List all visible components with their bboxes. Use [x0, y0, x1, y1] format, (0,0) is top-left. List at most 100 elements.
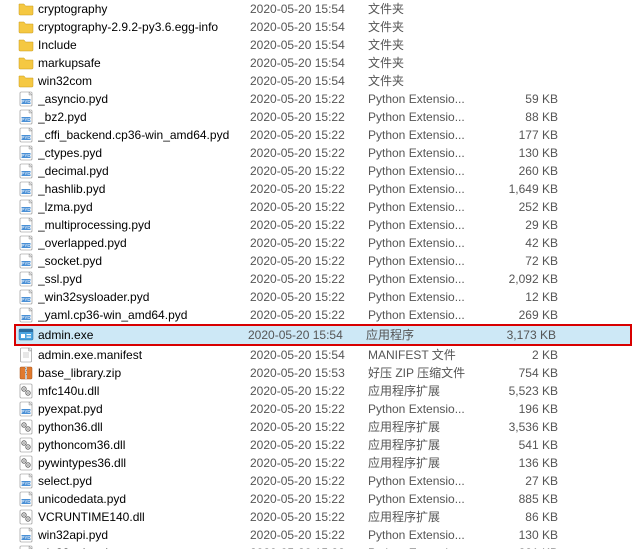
svg-text:PYD: PYD: [21, 189, 31, 194]
file-row[interactable]: PYD_cffi_backend.cp36-win_amd64.pyd2020-…: [18, 126, 636, 144]
file-size: 86 KB: [478, 508, 562, 526]
file-size: 3,536 KB: [478, 418, 562, 436]
pyd-icon: PYD: [18, 91, 34, 107]
pyd-icon: PYD: [18, 235, 34, 251]
file-row[interactable]: VCRUNTIME140.dll2020-05-20 15:22应用程序扩展86…: [18, 508, 636, 526]
file-date: 2020-05-20 15:22: [250, 306, 368, 324]
file-name: _socket.pyd: [38, 252, 250, 270]
file-date: 2020-05-20 15:22: [250, 454, 368, 472]
pyd-icon: PYD: [18, 491, 34, 507]
file-row[interactable]: PYD_yaml.cp36-win_amd64.pyd2020-05-20 15…: [18, 306, 636, 324]
file-name: _ssl.pyd: [38, 270, 250, 288]
file-size: 177 KB: [478, 126, 562, 144]
file-date: 2020-05-20 15:22: [250, 216, 368, 234]
file-row[interactable]: mfc140u.dll2020-05-20 15:22应用程序扩展5,523 K…: [18, 382, 636, 400]
file-size: 130 KB: [478, 144, 562, 162]
file-row[interactable]: PYD_lzma.pyd2020-05-20 15:22Python Exten…: [18, 198, 636, 216]
file-row[interactable]: admin.exe2020-05-20 15:54应用程序3,173 KB: [14, 324, 632, 346]
file-name: pywintypes36.dll: [38, 454, 250, 472]
file-name: python36.dll: [38, 418, 250, 436]
file-size: 27 KB: [478, 472, 562, 490]
file-date: 2020-05-20 15:22: [250, 382, 368, 400]
file-list[interactable]: cryptography2020-05-20 15:54文件夹cryptogra…: [0, 0, 636, 549]
file-size: 42 KB: [478, 234, 562, 252]
file-row[interactable]: PYD_ssl.pyd2020-05-20 15:22Python Extens…: [18, 270, 636, 288]
file-size: 269 KB: [478, 306, 562, 324]
file-row[interactable]: PYD_multiprocessing.pyd2020-05-20 15:22P…: [18, 216, 636, 234]
file-row[interactable]: PYD_ctypes.pyd2020-05-20 15:22Python Ext…: [18, 144, 636, 162]
file-row[interactable]: PYD_overlapped.pyd2020-05-20 15:22Python…: [18, 234, 636, 252]
file-size: 12 KB: [478, 288, 562, 306]
file-type: 文件夹: [368, 18, 478, 36]
svg-text:PYD: PYD: [21, 135, 31, 140]
file-date: 2020-05-20 15:53: [250, 364, 368, 382]
file-date: 2020-05-20 15:22: [250, 180, 368, 198]
file-name: _multiprocessing.pyd: [38, 216, 250, 234]
file-name: _asyncio.pyd: [38, 90, 250, 108]
file-row[interactable]: Include2020-05-20 15:54文件夹: [18, 36, 636, 54]
file-size: 136 KB: [478, 454, 562, 472]
file-row[interactable]: PYD_hashlib.pyd2020-05-20 15:22Python Ex…: [18, 180, 636, 198]
svg-text:PYD: PYD: [21, 99, 31, 104]
file-row[interactable]: markupsafe2020-05-20 15:54文件夹: [18, 54, 636, 72]
file-date: 2020-05-20 15:54: [250, 72, 368, 90]
file-row[interactable]: PYDwin32gui.pyd2020-05-20 15:22Python Ex…: [18, 544, 636, 549]
file-row[interactable]: cryptography2020-05-20 15:54文件夹: [18, 0, 636, 18]
file-size: 2 KB: [478, 346, 562, 364]
svg-text:PYD: PYD: [21, 409, 31, 414]
file-row[interactable]: PYDselect.pyd2020-05-20 15:22Python Exte…: [18, 472, 636, 490]
file-row[interactable]: PYD_win32sysloader.pyd2020-05-20 15:22Py…: [18, 288, 636, 306]
file-row[interactable]: win32com2020-05-20 15:54文件夹: [18, 72, 636, 90]
file-date: 2020-05-20 15:22: [250, 526, 368, 544]
folder-icon: [18, 37, 34, 53]
file-row[interactable]: PYD_decimal.pyd2020-05-20 15:22Python Ex…: [18, 162, 636, 180]
file-row[interactable]: PYD_asyncio.pyd2020-05-20 15:22Python Ex…: [18, 90, 636, 108]
file-type: 应用程序扩展: [368, 454, 478, 472]
file-row[interactable]: pywintypes36.dll2020-05-20 15:22应用程序扩展13…: [18, 454, 636, 472]
file-type: MANIFEST 文件: [368, 346, 478, 364]
file-date: 2020-05-20 15:54: [250, 18, 368, 36]
file-size: 5,523 KB: [478, 382, 562, 400]
file-size: 252 KB: [478, 198, 562, 216]
svg-text:PYD: PYD: [21, 117, 31, 122]
dll-icon: [18, 419, 34, 435]
svg-text:PYD: PYD: [21, 261, 31, 266]
file-row[interactable]: PYD_bz2.pyd2020-05-20 15:22Python Extens…: [18, 108, 636, 126]
pyd-icon: PYD: [18, 473, 34, 489]
folder-icon: [18, 73, 34, 89]
file-date: 2020-05-20 15:22: [250, 144, 368, 162]
svg-text:PYD: PYD: [21, 481, 31, 486]
svg-text:PYD: PYD: [21, 315, 31, 320]
file-type: Python Extensio...: [368, 180, 478, 198]
file-type: Python Extensio...: [368, 270, 478, 288]
file-row[interactable]: PYDwin32api.pyd2020-05-20 15:22Python Ex…: [18, 526, 636, 544]
zip-icon: [18, 365, 34, 381]
file-name: win32api.pyd: [38, 526, 250, 544]
file-row[interactable]: cryptography-2.9.2-py3.6.egg-info2020-05…: [18, 18, 636, 36]
svg-text:PYD: PYD: [21, 153, 31, 158]
file-date: 2020-05-20 15:22: [250, 288, 368, 306]
file-type: Python Extensio...: [368, 288, 478, 306]
file-row[interactable]: PYDpyexpat.pyd2020-05-20 15:22Python Ext…: [18, 400, 636, 418]
file-row[interactable]: admin.exe.manifest2020-05-20 15:54MANIFE…: [18, 346, 636, 364]
exe-icon: [18, 327, 34, 343]
file-type: 应用程序: [366, 326, 476, 344]
pyd-icon: PYD: [18, 127, 34, 143]
generic-icon: [18, 347, 34, 363]
file-type: Python Extensio...: [368, 472, 478, 490]
file-size: 754 KB: [478, 364, 562, 382]
file-name: win32gui.pyd: [38, 544, 250, 549]
file-date: 2020-05-20 15:54: [250, 36, 368, 54]
file-row[interactable]: base_library.zip2020-05-20 15:53好压 ZIP 压…: [18, 364, 636, 382]
dll-icon: [18, 383, 34, 399]
file-row[interactable]: PYDunicodedata.pyd2020-05-20 15:22Python…: [18, 490, 636, 508]
file-name: VCRUNTIME140.dll: [38, 508, 250, 526]
file-date: 2020-05-20 15:54: [250, 0, 368, 18]
file-row[interactable]: python36.dll2020-05-20 15:22应用程序扩展3,536 …: [18, 418, 636, 436]
file-type: Python Extensio...: [368, 234, 478, 252]
file-size: 2,092 KB: [478, 270, 562, 288]
file-row[interactable]: pythoncom36.dll2020-05-20 15:22应用程序扩展541…: [18, 436, 636, 454]
file-row[interactable]: PYD_socket.pyd2020-05-20 15:22Python Ext…: [18, 252, 636, 270]
file-type: 文件夹: [368, 0, 478, 18]
file-name: unicodedata.pyd: [38, 490, 250, 508]
